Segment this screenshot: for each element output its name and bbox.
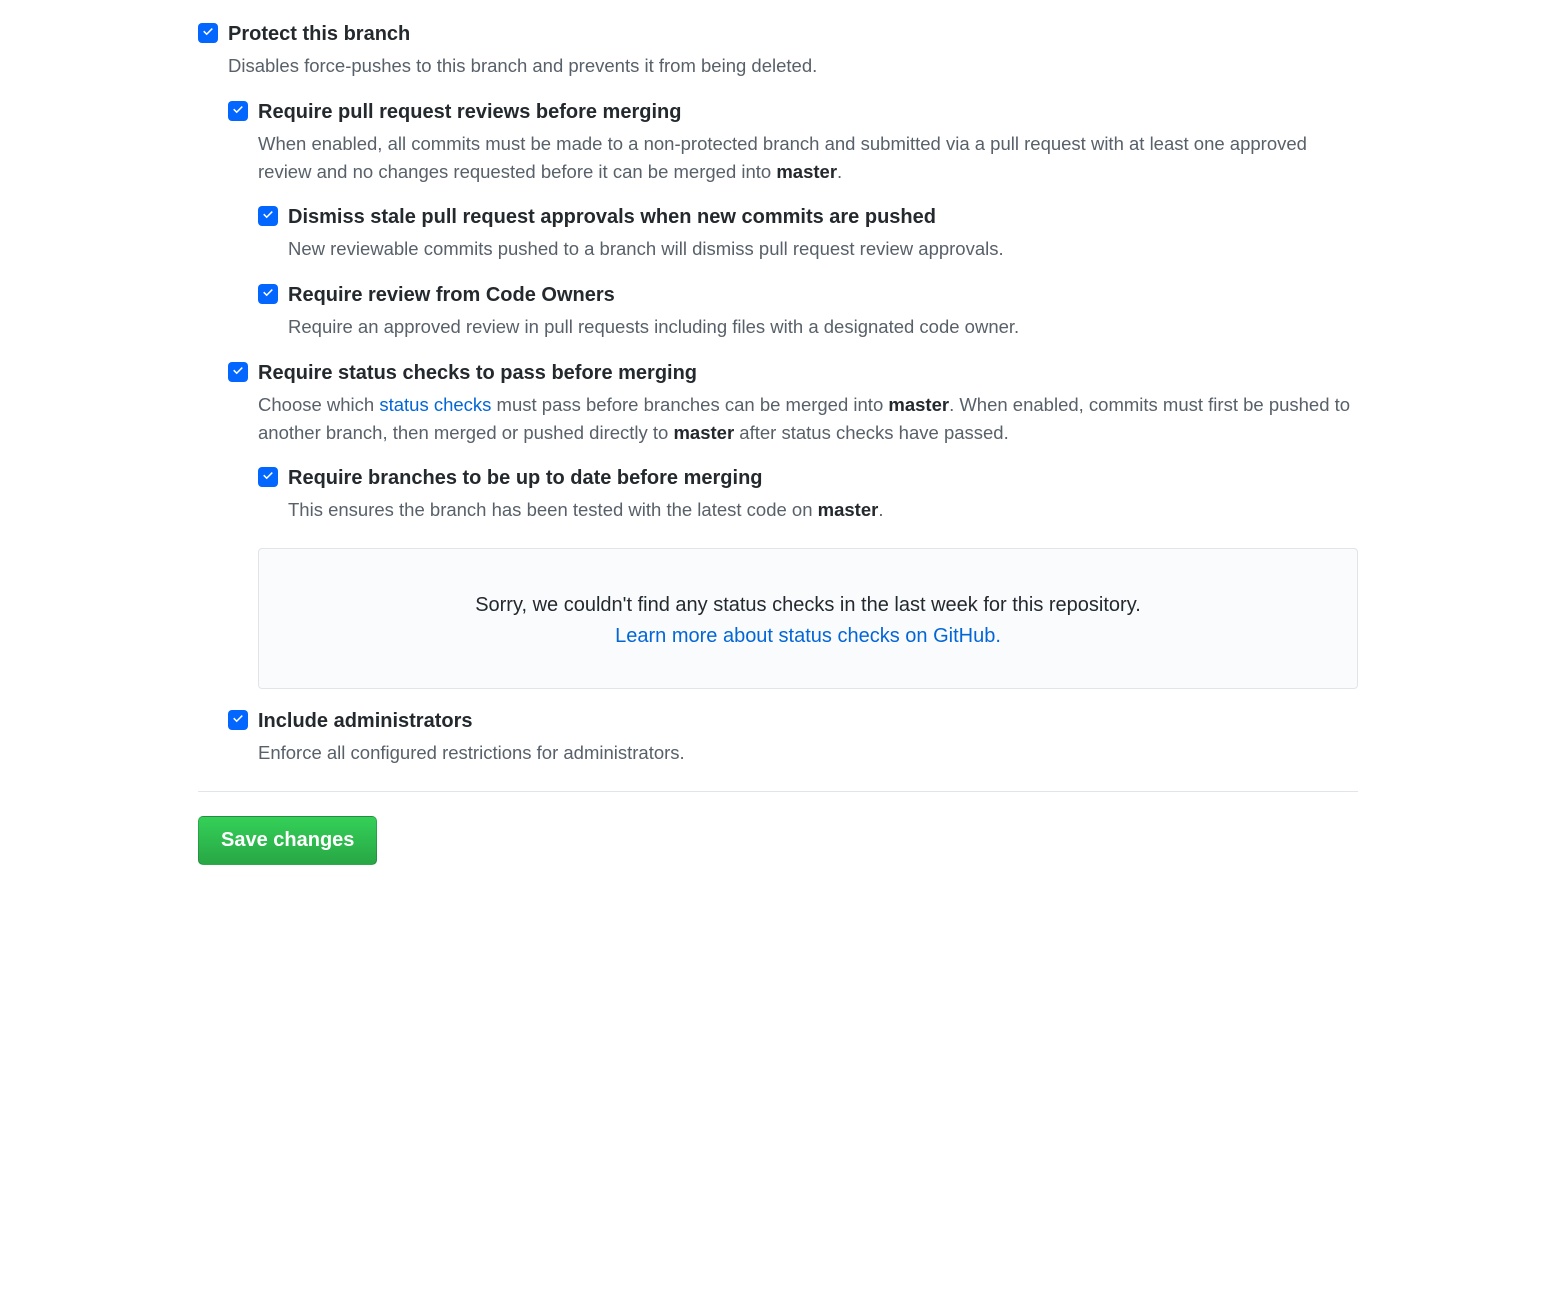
protect-checkbox[interactable] (198, 23, 218, 43)
reviews-branch: master (776, 161, 837, 182)
status-box-text: Sorry, we couldn't find any status check… (279, 589, 1337, 621)
status-checks-empty-box: Sorry, we couldn't find any status check… (258, 548, 1358, 689)
checkmark-icon (231, 365, 245, 379)
status-checks-link[interactable]: status checks (379, 394, 491, 415)
reviews-desc: When enabled, all commits must be made t… (258, 130, 1358, 186)
include-admins-option: Include administrators Enforce all confi… (228, 707, 1358, 767)
dismiss-title: Dismiss stale pull request approvals whe… (288, 203, 1358, 231)
admins-checkbox[interactable] (228, 710, 248, 730)
checkmark-icon (261, 287, 275, 301)
checkmark-icon (261, 470, 275, 484)
status-checkbox[interactable] (228, 362, 248, 382)
uptodate-desc-post: . (878, 499, 883, 520)
uptodate-desc: This ensures the branch has been tested … (288, 496, 1358, 524)
codeowners-title: Require review from Code Owners (288, 281, 1358, 309)
status-title: Require status checks to pass before mer… (258, 359, 1358, 387)
status-desc-post: after status checks have passed. (734, 422, 1009, 443)
checkmark-icon (201, 26, 215, 40)
checkmark-icon (261, 209, 275, 223)
code-owners-option: Require review from Code Owners Require … (258, 281, 1358, 341)
dismiss-stale-option: Dismiss stale pull request approvals whe… (258, 203, 1358, 263)
status-checks-option: Require status checks to pass before mer… (228, 359, 1358, 447)
admins-title: Include administrators (258, 707, 1358, 735)
dismiss-checkbox[interactable] (258, 206, 278, 226)
checkmark-icon (231, 713, 245, 727)
uptodate-title: Require branches to be up to date before… (288, 464, 1358, 492)
uptodate-checkbox[interactable] (258, 467, 278, 487)
reviews-desc-post: . (837, 161, 842, 182)
protect-desc: Disables force-pushes to this branch and… (228, 52, 1358, 80)
codeowners-desc: Require an approved review in pull reque… (288, 313, 1358, 341)
status-branch2: master (673, 422, 734, 443)
reviews-title: Require pull request reviews before merg… (258, 98, 1358, 126)
checkmark-icon (231, 104, 245, 118)
status-branch1: master (888, 394, 949, 415)
protect-title: Protect this branch (228, 20, 1358, 48)
status-desc: Choose which status checks must pass bef… (258, 391, 1358, 447)
uptodate-branch: master (818, 499, 879, 520)
up-to-date-option: Require branches to be up to date before… (258, 464, 1358, 524)
reviews-checkbox[interactable] (228, 101, 248, 121)
codeowners-checkbox[interactable] (258, 284, 278, 304)
dismiss-desc: New reviewable commits pushed to a branc… (288, 235, 1358, 263)
admins-desc: Enforce all configured restrictions for … (258, 739, 1358, 767)
require-reviews-option: Require pull request reviews before merg… (228, 98, 1358, 186)
status-desc-mid1: must pass before branches can be merged … (491, 394, 888, 415)
uptodate-desc-pre: This ensures the branch has been tested … (288, 499, 818, 520)
save-changes-button[interactable]: Save changes (198, 816, 377, 865)
learn-more-status-link[interactable]: Learn more about status checks on GitHub… (615, 625, 1001, 648)
protect-this-branch-option: Protect this branch Disables force-pushe… (198, 20, 1358, 80)
status-desc-pre: Choose which (258, 394, 379, 415)
divider (198, 791, 1358, 792)
